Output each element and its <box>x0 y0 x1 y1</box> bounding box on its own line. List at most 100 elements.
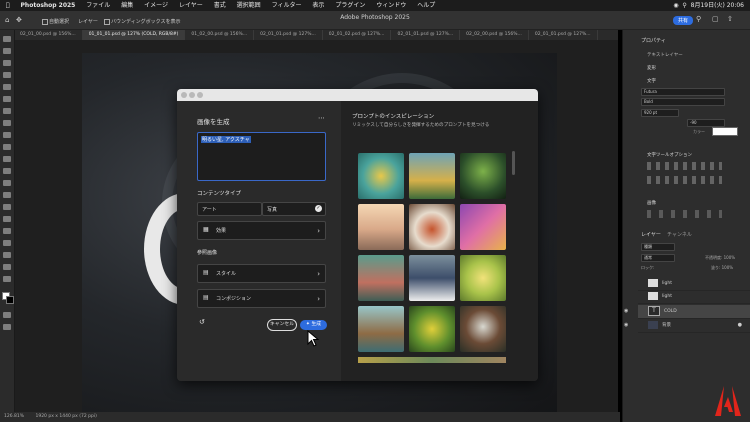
generate-icon: ✦ <box>305 322 310 327</box>
doc-tab[interactable]: 02_01_01.psd @ 127%... <box>529 30 598 40</box>
eyedropper-tool-icon[interactable] <box>3 108 11 114</box>
layers-tab[interactable]: レイヤー <box>641 231 661 238</box>
content-type-photo-option[interactable]: 写真 ✓ <box>262 202 326 216</box>
layer-row-selected[interactable]: ◉ T COLD <box>624 305 750 319</box>
inspiration-tile[interactable] <box>409 204 455 250</box>
channels-tab[interactable]: チャンネル <box>667 231 692 238</box>
clock[interactable]: 8月19日(火) 20:06 <box>691 2 744 9</box>
frame-tool-icon[interactable] <box>3 96 11 102</box>
gallery-scrollbar[interactable] <box>512 151 515 175</box>
inspiration-tile[interactable] <box>409 306 455 352</box>
style-button[interactable]: ▤ スタイル › <box>197 264 326 283</box>
marquee-tool-icon[interactable] <box>3 48 11 54</box>
menu-select[interactable]: 選択範囲 <box>237 0 261 11</box>
more-options-icon[interactable]: ⋯ <box>318 114 325 122</box>
layer-filter-dropdown[interactable]: 種類 <box>641 243 675 251</box>
doc-tab[interactable]: 01_02_00.psd @ 156%... <box>185 30 255 40</box>
workspace-icon[interactable]: ▢ <box>712 15 719 23</box>
history-brush-icon[interactable] <box>3 156 11 162</box>
prompt-textarea[interactable]: 明るい星, アクスチャ <box>197 132 326 181</box>
minimize-window-button[interactable] <box>189 92 195 98</box>
menu-view[interactable]: 表示 <box>312 0 324 11</box>
lasso-tool-icon[interactable] <box>3 60 11 66</box>
wifi-icon[interactable]: ◉ <box>673 2 678 9</box>
inspiration-tile[interactable] <box>409 255 455 301</box>
blur-tool-icon[interactable] <box>3 192 11 198</box>
zoom-level[interactable]: 126.81% <box>4 414 24 419</box>
menu-layer[interactable]: レイヤー <box>179 0 203 11</box>
apple-icon[interactable]:  <box>6 0 10 11</box>
visibility-eye-icon[interactable]: ◉ <box>624 319 628 332</box>
opacity-label[interactable]: 不透明度: 100% <box>705 255 735 261</box>
doc-tab[interactable]: 02_01_01.psd @ 127%... <box>391 30 461 40</box>
shape-tool-icon[interactable] <box>3 252 11 258</box>
doc-tab[interactable]: 02_02_00.psd @ 156%... <box>460 30 529 40</box>
inspiration-tile[interactable] <box>460 204 506 250</box>
healing-tool-icon[interactable] <box>3 120 11 126</box>
visibility-eye-icon[interactable]: ◉ <box>624 305 628 318</box>
dodge-tool-icon[interactable] <box>3 204 11 210</box>
pen-tool-icon[interactable] <box>3 216 11 222</box>
share-icon[interactable]: ⇧ <box>727 15 733 23</box>
cancel-button[interactable]: キャンセル <box>267 319 297 331</box>
menu-window[interactable]: ウィンドウ <box>376 0 406 11</box>
share-button[interactable]: 共有 <box>673 16 694 25</box>
crop-tool-icon[interactable] <box>3 84 11 90</box>
text-style-buttons[interactable] <box>647 162 722 170</box>
search-icon[interactable]: ⚲ <box>696 15 701 23</box>
zoom-window-button[interactable] <box>197 92 203 98</box>
composition-button[interactable]: ▤ コンポジション › <box>197 289 326 308</box>
generate-button[interactable]: ✦ 生成 <box>300 320 327 330</box>
text-color-swatch[interactable] <box>712 127 738 136</box>
brush-tool-icon[interactable] <box>3 132 11 138</box>
inspiration-tile[interactable] <box>460 255 506 301</box>
layer-row[interactable]: light <box>638 290 750 304</box>
eraser-tool-icon[interactable] <box>3 168 11 174</box>
type-tool-icon[interactable] <box>3 228 11 234</box>
inspiration-tile[interactable] <box>460 153 506 199</box>
doc-tab[interactable]: 02_01_00.psd @ 156%... <box>14 30 83 40</box>
layer-row[interactable]: ◉ 背景 ● <box>624 319 750 333</box>
close-window-button[interactable] <box>181 92 187 98</box>
doc-tab[interactable]: 02_01_02.psd @ 127%... <box>323 30 392 40</box>
inspiration-tile[interactable] <box>358 306 404 352</box>
menu-filter[interactable]: フィルター <box>272 0 302 11</box>
path-select-icon[interactable] <box>3 240 11 246</box>
blend-mode-dropdown[interactable]: 通常 <box>641 254 675 262</box>
font-family-dropdown[interactable]: Futura <box>641 88 725 96</box>
effects-button[interactable]: ▦ 効果 › <box>197 221 326 240</box>
menu-file[interactable]: ファイル <box>86 0 110 11</box>
app-menu[interactable]: Photoshop 2025 <box>21 0 76 11</box>
image-action-buttons[interactable] <box>647 210 722 218</box>
doc-tab-active[interactable]: 01_01_01.psd @ 127% (COLD, RGB/8#) <box>82 30 186 40</box>
quick-mask-icon[interactable] <box>3 312 11 318</box>
menu-help[interactable]: ヘルプ <box>417 0 435 11</box>
zoom-tool-icon[interactable] <box>3 276 11 282</box>
stamp-tool-icon[interactable] <box>3 144 11 150</box>
inspiration-tile[interactable] <box>460 306 506 352</box>
move-tool-icon[interactable] <box>3 36 11 42</box>
inspiration-tile[interactable] <box>409 153 455 199</box>
layer-row[interactable]: light <box>638 277 750 291</box>
reset-icon[interactable]: ↺ <box>199 318 205 326</box>
menu-image[interactable]: イメージ <box>144 0 168 11</box>
inspiration-tile[interactable] <box>358 204 404 250</box>
screen-mode-icon[interactable] <box>3 324 11 330</box>
font-size-field[interactable]: 920 pt <box>641 109 679 117</box>
menu-plugins[interactable]: プラグイン <box>335 0 365 11</box>
font-style-dropdown[interactable]: Bold <box>641 98 725 106</box>
content-type-art-option[interactable]: アート <box>197 202 262 216</box>
text-align-buttons[interactable] <box>647 176 722 184</box>
inspiration-tile[interactable] <box>358 255 404 301</box>
hand-tool-icon[interactable] <box>3 264 11 270</box>
doc-tab[interactable]: 02_01_01.psd @ 127%... <box>254 30 323 40</box>
menu-edit[interactable]: 編集 <box>121 0 133 11</box>
tracking-field[interactable]: -90 <box>687 119 725 127</box>
object-select-tool-icon[interactable] <box>3 72 11 78</box>
background-color-swatch[interactable] <box>6 296 14 304</box>
inspiration-tile[interactable] <box>358 153 404 199</box>
menu-type[interactable]: 書式 <box>214 0 226 11</box>
search-icon[interactable]: ⚲ <box>682 2 686 9</box>
fill-label[interactable]: 塗り: 100% <box>711 265 733 271</box>
gradient-tool-icon[interactable] <box>3 180 11 186</box>
